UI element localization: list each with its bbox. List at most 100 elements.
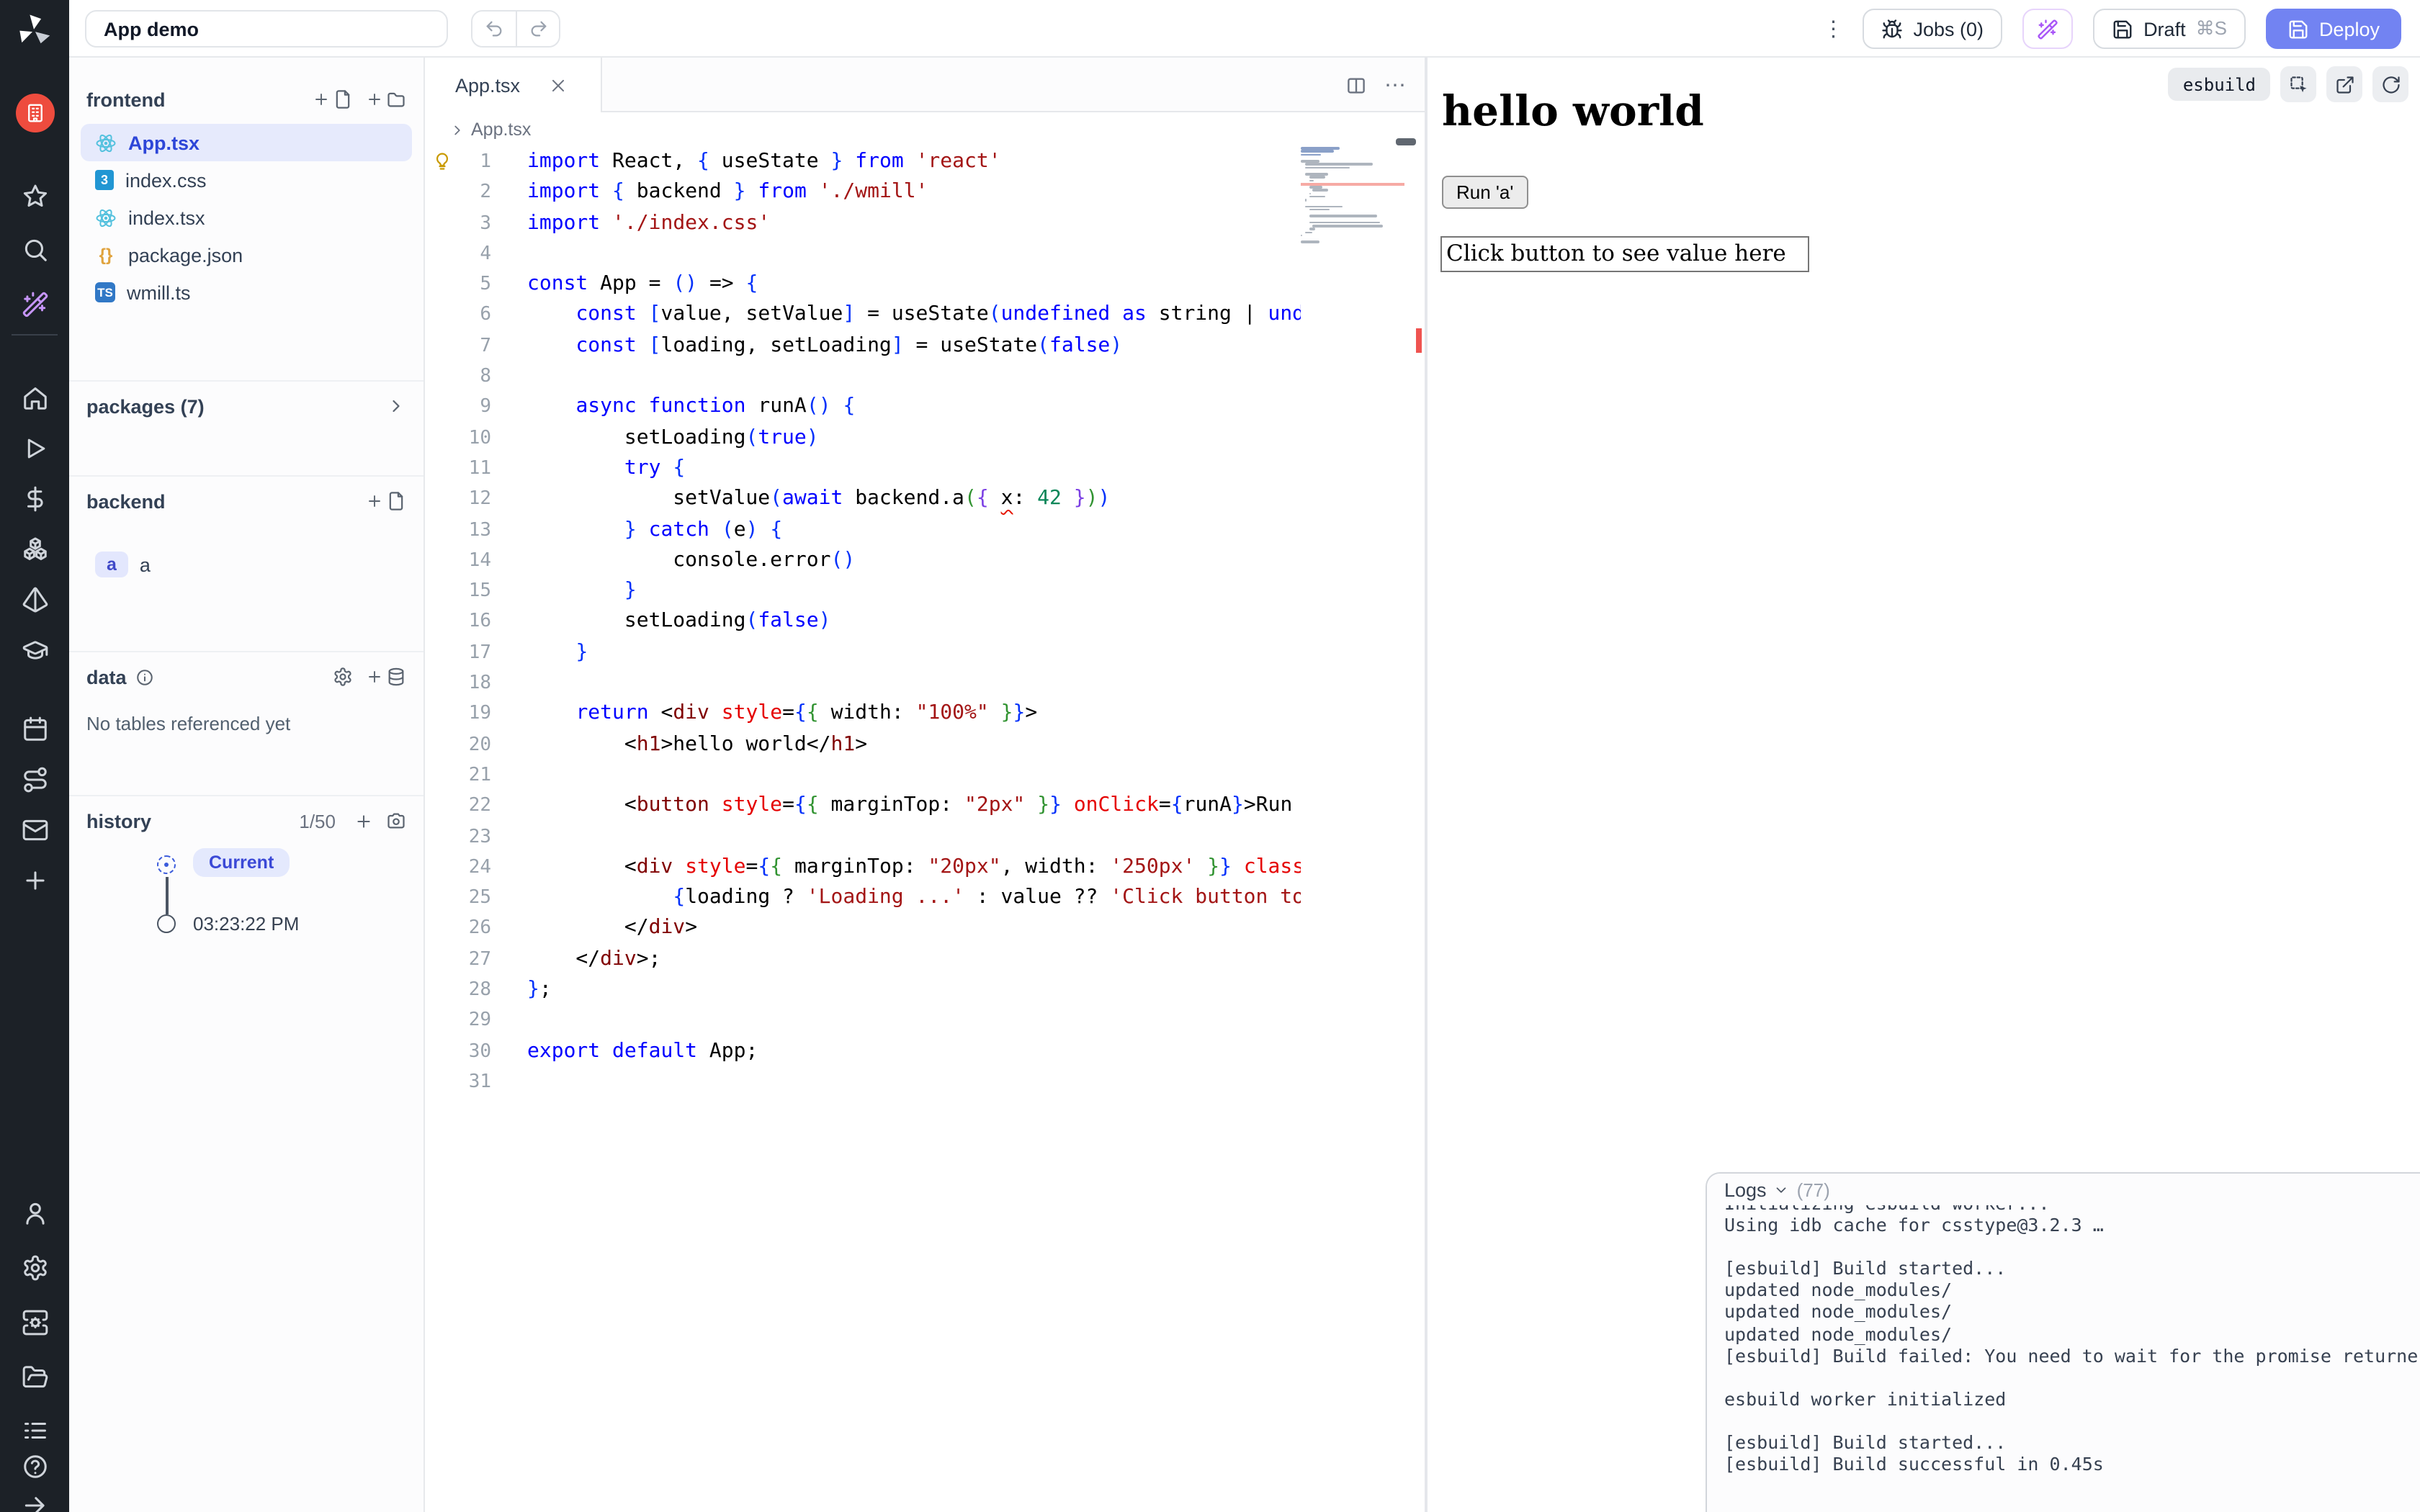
- data-settings-icon[interactable]: [333, 667, 353, 687]
- code-line[interactable]: 17 }: [425, 638, 1301, 669]
- sidebar-icon-route[interactable]: [0, 759, 69, 799]
- add-folder-button[interactable]: [366, 89, 406, 109]
- code-line[interactable]: 29: [425, 1006, 1301, 1037]
- history-current-chip[interactable]: Current: [193, 848, 290, 877]
- file-row-index-tsx[interactable]: index.tsx: [81, 199, 412, 236]
- code-line[interactable]: 11 try {: [425, 454, 1301, 485]
- file-row-index-css[interactable]: 3index.css: [81, 161, 412, 199]
- add-backend-script-button[interactable]: [366, 491, 406, 511]
- breadcrumb[interactable]: App.tsx: [425, 112, 1425, 147]
- code-line[interactable]: 6 const [value, setValue] = useState(und…: [425, 300, 1301, 331]
- logs-body[interactable]: Initializing esbuild worker...Using idb …: [1724, 1192, 2417, 1512]
- split-pane-icon[interactable]: [1345, 74, 1367, 96]
- sidebar-icon-calendar[interactable]: [0, 708, 69, 749]
- sidebar-icon-server-cog[interactable]: [0, 1302, 69, 1342]
- section-title-backend: backend: [86, 490, 166, 512]
- sidebar-icon-mail[interactable]: [0, 809, 69, 850]
- open-external-button[interactable]: [2326, 66, 2362, 102]
- code-line[interactable]: 21: [425, 760, 1301, 791]
- file-row-App-tsx[interactable]: App.tsx: [81, 124, 412, 161]
- code-line[interactable]: 3import './index.css': [425, 208, 1301, 239]
- sidebar-icon-folder-open[interactable]: [0, 1356, 69, 1397]
- select-element-button[interactable]: [2280, 66, 2316, 102]
- sidebar-icon-play[interactable]: [0, 428, 69, 468]
- sidebar-icon-search[interactable]: [0, 229, 69, 269]
- file-row-wmill-ts[interactable]: TSwmill.ts: [81, 274, 412, 311]
- lightbulb-icon[interactable]: [432, 151, 452, 171]
- sidebar-icon-help-circle[interactable]: [0, 1446, 69, 1486]
- code-line[interactable]: 16 setLoading(false): [425, 607, 1301, 638]
- sidebar-icon-building[interactable]: [0, 92, 69, 132]
- close-icon[interactable]: [549, 76, 568, 94]
- code-line[interactable]: 8: [425, 361, 1301, 392]
- app-name-input[interactable]: [85, 10, 448, 48]
- code-text: async function runA() {: [527, 392, 1301, 423]
- history-snapshot-node[interactable]: [157, 914, 176, 933]
- packages-row[interactable]: packages (7): [69, 382, 424, 431]
- code-text: setLoading(true): [527, 423, 1301, 454]
- sidebar-icon-user[interactable]: [0, 1192, 69, 1233]
- code-line[interactable]: 28};: [425, 975, 1301, 1006]
- code-line[interactable]: 18: [425, 668, 1301, 699]
- sidebar-icon-plus[interactable]: [0, 860, 69, 900]
- sidebar-icon-list[interactable]: [0, 1410, 69, 1450]
- history-timestamp[interactable]: 03:23:22 PM: [193, 913, 299, 935]
- code-line[interactable]: 31: [425, 1067, 1301, 1098]
- backend-item-a[interactable]: a a: [81, 546, 412, 583]
- editor-more-icon[interactable]: ⋯: [1384, 72, 1407, 98]
- jobs-button[interactable]: Jobs (0): [1863, 9, 2003, 49]
- sidebar-icon-gear[interactable]: [0, 1247, 69, 1287]
- more-menu-icon[interactable]: ⋮: [1823, 22, 1843, 35]
- sidebar-icon-home[interactable]: [0, 377, 69, 418]
- line-number: 21: [425, 760, 491, 791]
- code-line[interactable]: 30export default App;: [425, 1036, 1301, 1067]
- code-line[interactable]: 26 </div>: [425, 914, 1301, 945]
- history-current-node[interactable]: [157, 855, 176, 874]
- code-line[interactable]: 4: [425, 239, 1301, 270]
- code-line[interactable]: 25 {loading ? 'Loading ...' : value ?? '…: [425, 883, 1301, 914]
- history-add-icon[interactable]: [354, 811, 373, 830]
- sidebar-icon-boxes[interactable]: [0, 528, 69, 569]
- code-line[interactable]: 19 return <div style={{ width: "100%" }}…: [425, 699, 1301, 730]
- code-line[interactable]: 2import { backend } from './wmill': [425, 178, 1301, 209]
- logs-header[interactable]: Logs (77): [1707, 1174, 2420, 1205]
- code-area[interactable]: 1import React, { useState } from 'react'…: [425, 147, 1301, 1512]
- code-line[interactable]: 12 setValue(await backend.a({ x: 42 })): [425, 485, 1301, 516]
- sidebar-icon-pyramid[interactable]: [0, 579, 69, 619]
- windmill-logo-icon[interactable]: [14, 12, 53, 50]
- code-line[interactable]: 5const App = () => {: [425, 269, 1301, 300]
- code-line[interactable]: 1import React, { useState } from 'react': [425, 147, 1301, 178]
- code-line[interactable]: 23: [425, 822, 1301, 852]
- code-line[interactable]: 22 <button style={{ marginTop: "2px" }} …: [425, 791, 1301, 822]
- code-line[interactable]: 27 </div>;: [425, 944, 1301, 975]
- sidebar-icon-arrow-right[interactable]: [0, 1485, 69, 1512]
- line-number: 28: [425, 975, 491, 1006]
- code-line[interactable]: 24 <div style={{ marginTop: "20px", widt…: [425, 852, 1301, 883]
- run-a-button[interactable]: Run 'a': [1442, 176, 1528, 209]
- deploy-button[interactable]: Deploy: [2266, 9, 2401, 49]
- add-file-button[interactable]: [313, 89, 353, 109]
- code-line[interactable]: 15 }: [425, 576, 1301, 607]
- add-database-button[interactable]: [366, 667, 406, 687]
- sidebar-icon-dollar-sign[interactable]: [0, 478, 69, 518]
- sidebar-icon-graduation-cap[interactable]: [0, 629, 69, 670]
- refresh-preview-button[interactable]: [2372, 66, 2408, 102]
- code-line[interactable]: 10 setLoading(true): [425, 423, 1301, 454]
- scrollbar-thumb[interactable]: [1396, 138, 1416, 145]
- ai-wand-button[interactable]: [2022, 9, 2073, 49]
- file-row-package-json[interactable]: {}package.json: [81, 236, 412, 274]
- file-label: App.tsx: [128, 132, 200, 153]
- code-line[interactable]: 13 } catch (e) {: [425, 515, 1301, 546]
- sidebar-icon-wand[interactable]: [0, 284, 69, 324]
- tab-app-tsx[interactable]: App.tsx: [425, 58, 602, 112]
- code-line[interactable]: 9 async function runA() {: [425, 392, 1301, 423]
- code-line[interactable]: 20 <h1>hello world</h1>: [425, 729, 1301, 760]
- minimap[interactable]: [1301, 147, 1404, 276]
- redo-button[interactable]: [516, 12, 559, 46]
- code-line[interactable]: 7 const [loading, setLoading] = useState…: [425, 331, 1301, 362]
- undo-button[interactable]: [472, 12, 516, 46]
- draft-button[interactable]: Draft ⌘S: [2093, 9, 2246, 49]
- code-line[interactable]: 14 console.error(): [425, 546, 1301, 577]
- sidebar-icon-star[interactable]: [0, 176, 69, 216]
- camera-icon[interactable]: [386, 811, 406, 831]
